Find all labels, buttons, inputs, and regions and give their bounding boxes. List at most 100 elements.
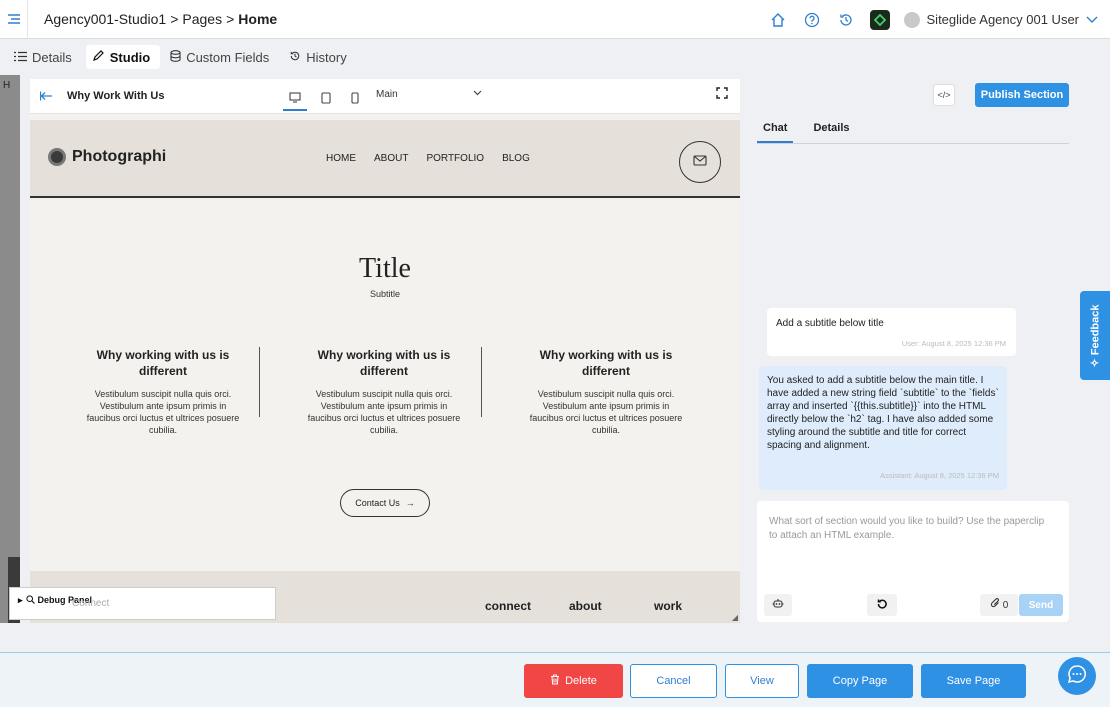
help-icon[interactable] bbox=[802, 10, 822, 30]
message-text: Add a subtitle below title bbox=[776, 318, 884, 329]
studio-canvas: Why Work With Us Main Photographi HOME A… bbox=[30, 79, 740, 623]
tab-chat[interactable]: Chat bbox=[757, 122, 794, 143]
section-title: Title bbox=[359, 253, 411, 284]
tab-custom-fields[interactable]: Custom Fields bbox=[164, 45, 279, 69]
siteglide-app-icon[interactable] bbox=[869, 9, 890, 30]
feature-heading: Why working with us is different bbox=[317, 348, 451, 378]
site-nav-portfolio[interactable]: PORTFOLIO bbox=[426, 153, 484, 164]
delete-button[interactable]: Delete bbox=[524, 664, 623, 698]
section-subtitle: Subtitle bbox=[369, 289, 401, 299]
section-name: Why Work With Us bbox=[67, 90, 165, 102]
debug-ghost-text: Connect bbox=[72, 598, 110, 609]
breadcrumb-separator: > bbox=[170, 11, 179, 27]
breadcrumb: Agency001-Studio1 > Pages > Home bbox=[44, 11, 277, 27]
user-menu[interactable]: Siteglide Agency 001 User bbox=[903, 11, 1098, 28]
footer-link-about[interactable]: about bbox=[569, 599, 602, 613]
pen-icon bbox=[92, 49, 105, 65]
message-meta: Assistant: August 8, 2025 12:36 PM bbox=[880, 471, 999, 480]
site-logo: Photographi bbox=[48, 148, 166, 166]
camera-lens-icon bbox=[48, 148, 66, 166]
column-divider bbox=[481, 347, 482, 417]
copy-page-button[interactable]: Copy Page bbox=[807, 664, 913, 698]
back-arrow-icon[interactable] bbox=[39, 89, 53, 104]
menu-toggle-icon[interactable] bbox=[0, 0, 28, 39]
feature-column: Why working with us is different Vestibu… bbox=[83, 347, 243, 436]
support-chat-button[interactable] bbox=[1058, 657, 1096, 695]
fullscreen-icon[interactable] bbox=[716, 87, 728, 102]
cancel-button[interactable]: Cancel bbox=[630, 664, 717, 698]
tab-details[interactable]: Details bbox=[8, 45, 82, 69]
code-view-button[interactable]: </> bbox=[933, 84, 955, 106]
mail-icon bbox=[693, 153, 707, 171]
message-meta: User: August 8, 2025 12:36 PM bbox=[901, 339, 1006, 348]
attach-button[interactable]: 0 bbox=[980, 594, 1018, 616]
site-nav: HOME ABOUT PORTFOLIO BLOG bbox=[326, 153, 530, 164]
footer-link-connect[interactable]: connect bbox=[485, 599, 531, 613]
home-icon[interactable] bbox=[768, 10, 788, 30]
tab-studio[interactable]: Studio bbox=[85, 45, 161, 69]
attach-count: 0 bbox=[1002, 599, 1009, 611]
view-button[interactable]: View bbox=[725, 664, 799, 698]
feedback-tab[interactable]: ✧ Feedback bbox=[1080, 291, 1110, 380]
contact-us-label: Contact Us bbox=[355, 498, 400, 508]
top-bar: Agency001-Studio1 > Pages > Home Sitegli… bbox=[0, 0, 1110, 39]
user-message: Add a subtitle below title User: August … bbox=[767, 308, 1016, 356]
view-select[interactable]: Main bbox=[376, 89, 486, 100]
ai-model-button[interactable] bbox=[764, 594, 792, 616]
robot-icon bbox=[772, 598, 784, 612]
site-nav-blog[interactable]: BLOG bbox=[502, 153, 530, 164]
contact-us-button[interactable]: Contact Us → bbox=[340, 489, 430, 517]
feature-body: Vestibulum suscipit nulla quis orci. Ves… bbox=[307, 389, 461, 435]
feature-heading: Why working with us is different bbox=[539, 348, 673, 378]
mobile-view-icon[interactable] bbox=[343, 85, 367, 111]
user-name: Siteglide Agency 001 User bbox=[926, 12, 1079, 27]
panel-tabs: Chat Details bbox=[757, 122, 1069, 144]
avatar bbox=[903, 11, 920, 28]
feature-heading: Why working with us is different bbox=[96, 348, 230, 378]
feature-body: Vestibulum suscipit nulla quis orci. Ves… bbox=[86, 389, 240, 435]
chevron-down-icon bbox=[1086, 12, 1098, 27]
tab-history-label: History bbox=[306, 49, 347, 65]
magnifier-icon bbox=[25, 595, 35, 606]
site-logo-text: Photographi bbox=[72, 148, 167, 165]
breadcrumb-agency[interactable]: Agency001-Studio1 bbox=[44, 11, 166, 27]
history-icon[interactable] bbox=[836, 10, 856, 30]
feature-body: Vestibulum suscipit nulla quis orci. Ves… bbox=[529, 389, 683, 435]
feature-column: Why working with us is different Vestibu… bbox=[526, 347, 686, 436]
feature-column: Why working with us is different Vestibu… bbox=[304, 347, 464, 436]
reset-chat-button[interactable] bbox=[867, 594, 897, 616]
undo-icon bbox=[876, 598, 888, 613]
tab-studio-label: Studio bbox=[109, 49, 151, 65]
tab-details-label: Details bbox=[32, 49, 72, 65]
chat-composer[interactable]: What sort of section would you like to b… bbox=[757, 501, 1069, 622]
paperclip-icon bbox=[990, 598, 1001, 612]
canvas-toolbar: Why Work With Us Main bbox=[30, 79, 740, 114]
publish-section-button[interactable]: Publish Section bbox=[975, 83, 1069, 107]
site-nav-about[interactable]: ABOUT bbox=[374, 153, 408, 164]
column-divider bbox=[259, 347, 260, 417]
list-icon bbox=[14, 50, 27, 65]
rail-letter: H bbox=[3, 80, 11, 91]
mail-button[interactable] bbox=[679, 141, 721, 183]
tab-details[interactable]: Details bbox=[807, 122, 855, 143]
resize-handle-icon[interactable]: ◢ bbox=[732, 613, 738, 622]
breadcrumb-pages[interactable]: Pages bbox=[182, 11, 222, 27]
tab-history[interactable]: History bbox=[283, 45, 356, 69]
trash-icon bbox=[550, 674, 560, 688]
chevron-down-icon[interactable] bbox=[473, 88, 482, 99]
tablet-view-icon[interactable] bbox=[314, 85, 338, 111]
send-button[interactable]: Send bbox=[1019, 594, 1063, 616]
save-page-button[interactable]: Save Page bbox=[921, 664, 1026, 698]
desktop-view-icon[interactable] bbox=[283, 85, 307, 111]
message-text: You asked to add a subtitle below the ma… bbox=[767, 375, 999, 451]
assistant-message: You asked to add a subtitle below the ma… bbox=[759, 366, 1007, 490]
history-icon bbox=[289, 50, 301, 65]
delete-label: Delete bbox=[565, 675, 597, 687]
breadcrumb-current-page: Home bbox=[238, 11, 278, 27]
chat-input-placeholder[interactable]: What sort of section would you like to b… bbox=[769, 515, 1049, 543]
page-tabs: Details Studio Custom Fields History bbox=[0, 39, 1110, 75]
footer-link-work[interactable]: work bbox=[654, 599, 682, 613]
chat-bubble-icon bbox=[1067, 664, 1087, 689]
site-nav-home[interactable]: HOME bbox=[326, 153, 356, 164]
debug-panel[interactable]: ▸ Debug Panel bbox=[9, 587, 276, 620]
